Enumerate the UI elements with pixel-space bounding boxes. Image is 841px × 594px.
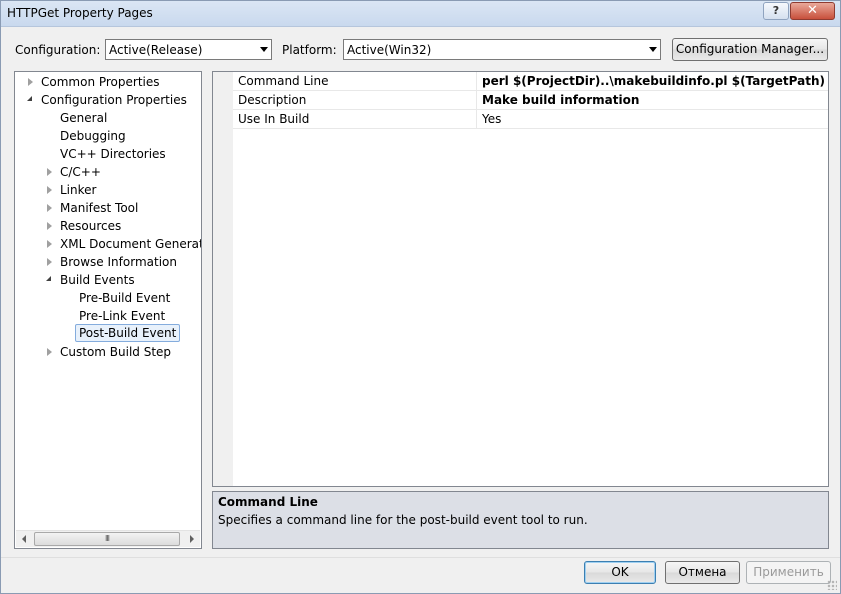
tree-item-label: Manifest Tool [60,201,139,215]
property-row-command-line[interactable]: Command Line perl $(ProjectDir)..\makebu… [233,72,828,91]
description-text: Specifies a command line for the post-bu… [218,513,588,527]
collapse-arrow-icon[interactable] [27,96,32,101]
tree-item-label: Custom Build Step [60,345,172,359]
resize-grip-icon[interactable] [827,580,837,590]
ok-button[interactable]: OK [584,561,656,584]
chevron-down-icon [260,47,268,52]
tree-item-label: Common Properties [41,75,160,89]
expand-arrow-icon[interactable] [47,222,52,230]
tree-item-label: Configuration Properties [41,93,187,107]
property-name: Description [238,93,307,107]
apply-button[interactable]: Применить [746,561,831,584]
title-bar[interactable]: HTTPGet Property Pages ? ✕ [1,1,840,27]
column-divider[interactable] [476,110,477,129]
scroll-thumb[interactable]: III [34,532,180,546]
tree-item-label: XML Document Generator [60,237,202,251]
help-button[interactable]: ? [763,2,789,20]
expand-arrow-icon[interactable] [47,204,52,212]
description-pane: Command Line Specifies a command line fo… [212,491,829,549]
property-name: Command Line [238,74,329,88]
description-title: Command Line [218,495,318,509]
property-value[interactable]: Yes [482,112,501,126]
property-pages-dialog: HTTPGet Property Pages ? ✕ Configuration… [0,0,841,594]
platform-label: Platform: [282,43,337,57]
property-name: Use In Build [238,112,310,126]
tree-item-label: Browse Information [60,255,177,269]
chevron-down-icon [649,47,657,52]
tree-horizontal-scrollbar[interactable]: III [16,530,200,547]
configuration-select-value: Active(Release) [109,43,203,57]
tree-item-label: Linker [60,183,97,197]
scroll-right-icon[interactable] [190,535,194,543]
property-row-description[interactable]: Description Make build information [233,91,828,110]
property-value[interactable]: Make build information [482,93,639,107]
property-value[interactable]: perl $(ProjectDir)..\makebuildinfo.pl $(… [482,74,825,88]
expand-arrow-icon[interactable] [47,240,52,248]
configuration-select[interactable]: Active(Release) [105,39,272,60]
property-row-use-in-build[interactable]: Use In Build Yes [233,110,828,129]
close-icon: ✕ [807,3,818,18]
tree-item-label: C/C++ [60,165,101,179]
expand-arrow-icon[interactable] [28,78,33,86]
collapse-arrow-icon[interactable] [46,276,51,281]
tree-item-label: VC++ Directories [60,147,166,161]
property-grid[interactable]: Command Line perl $(ProjectDir)..\makebu… [212,71,829,487]
divider [1,557,840,558]
expand-arrow-icon[interactable] [47,186,52,194]
tree-item-label: Post-Build Event [75,324,181,342]
expand-arrow-icon[interactable] [47,168,52,176]
configuration-manager-button[interactable]: Configuration Manager... [672,38,828,61]
tree-item-label: Resources [60,219,122,233]
grid-gutter [213,72,233,486]
tree-item-label: Pre-Build Event [79,291,171,305]
window-title: HTTPGet Property Pages [7,6,153,20]
category-tree[interactable]: Common Properties Configuration Properti… [14,71,202,549]
column-divider[interactable] [476,72,477,91]
tree-item-label: Build Events [60,273,135,287]
tree-item-label: Debugging [60,129,126,143]
tree-item-label: General [60,111,108,125]
tree-item-label: Pre-Link Event [79,309,166,323]
expand-arrow-icon[interactable] [47,348,52,356]
expand-arrow-icon[interactable] [47,258,52,266]
platform-select-value: Active(Win32) [347,43,432,57]
platform-select[interactable]: Active(Win32) [343,39,661,60]
cancel-button[interactable]: Отмена [665,561,740,584]
scroll-left-icon[interactable] [22,535,26,543]
column-divider[interactable] [476,91,477,110]
close-button[interactable]: ✕ [790,2,835,20]
configuration-label: Configuration: [15,43,101,57]
